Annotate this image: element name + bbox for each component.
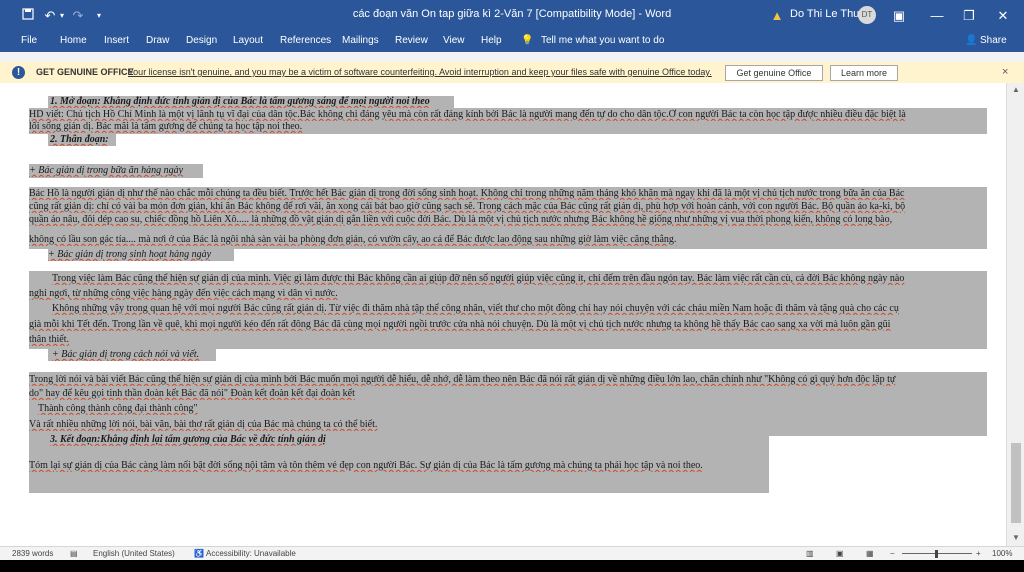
- zoom-out-icon[interactable]: −: [890, 547, 895, 561]
- paragraph-line: Bác Hồ là người giản dị như thế nào chắc…: [29, 188, 905, 199]
- web-layout-icon[interactable]: ▦: [866, 547, 874, 561]
- word-window: ↶ ▾ ↷ ▾ các đoạn văn On tap giữa kì 2-Vă…: [0, 0, 1024, 572]
- message-title: GET GENUINE OFFICE: [36, 67, 134, 77]
- get-genuine-office-button[interactable]: Get genuine Office: [725, 65, 823, 81]
- tab-help[interactable]: Help: [481, 32, 502, 52]
- word-count[interactable]: 2839 words: [12, 547, 53, 561]
- paragraph-line: Không những vậy trong quan hệ với mọi ng…: [52, 303, 899, 314]
- tab-home[interactable]: Home: [60, 32, 87, 52]
- vertical-scrollbar[interactable]: ▲ ▼: [1006, 83, 1024, 546]
- customize-quick-access-icon[interactable]: ▾: [94, 8, 104, 24]
- window-title: các đoạn văn On tap giữa kì 2-Văn 7 [Com…: [352, 8, 672, 20]
- scroll-down-icon[interactable]: ▼: [1012, 533, 1020, 542]
- title-row: ↶ ▾ ↷ ▾ các đoạn văn On tap giữa kì 2-Vă…: [0, 0, 1024, 32]
- paragraph-line: Trong việc làm Bác cũng thể hiện sự giản…: [52, 273, 905, 284]
- paragraph-line: Và rất nhiều những lời nói, bài văn, bài…: [29, 419, 378, 430]
- tab-mailings[interactable]: Mailings: [342, 32, 379, 52]
- ribbon-tabs: File Home Insert Draw Design Layout Refe…: [0, 32, 1024, 52]
- avatar[interactable]: DT: [858, 6, 876, 24]
- message-text[interactable]: Your license isn't genuine, and you may …: [128, 62, 712, 83]
- paragraph-line: HD viết: Chủ tịch Hồ Chí Minh là một vị …: [29, 109, 906, 120]
- zoom-in-icon[interactable]: +: [976, 547, 981, 561]
- share-icon: 👤: [965, 35, 978, 46]
- read-mode-icon[interactable]: ▥: [806, 547, 814, 561]
- selection-highlight: [29, 481, 769, 493]
- zoom-level[interactable]: 100%: [992, 547, 1012, 561]
- close-message-icon[interactable]: ×: [1002, 62, 1008, 83]
- heading-body: 2. Thân đoạn:: [50, 134, 109, 145]
- document-area[interactable]: 1. Mở đoạn: Khẳng định đức tính giản dị …: [0, 83, 1006, 546]
- paragraph-line: già mỗi khi Tết đến. Trong lần về quê, k…: [29, 319, 891, 330]
- paragraph-line: lối sống giản dị. Bác mãi là tấm gương đ…: [29, 121, 303, 132]
- paragraph-line: do" hay để kêu gọi tinh thần đoàn kết Bá…: [29, 388, 355, 399]
- warning-icon: ▲: [770, 8, 784, 23]
- save-icon[interactable]: [20, 8, 36, 24]
- close-icon[interactable]: ✕: [996, 8, 1010, 24]
- paragraph-line: không có lầu son gác tía.... mà nơi ở củ…: [29, 234, 677, 245]
- title-bar: ↶ ▾ ↷ ▾ các đoạn văn On tap giữa kì 2-Vă…: [0, 0, 1024, 52]
- undo-dropdown-icon[interactable]: ▾: [58, 8, 66, 24]
- restore-icon[interactable]: ❐: [962, 8, 976, 24]
- paragraph-line: Thành công thành công đại thành công": [38, 403, 198, 414]
- lightbulb-icon: 💡: [521, 35, 534, 46]
- ribbon-collapsed-area: [0, 52, 1024, 62]
- accessibility-icon: ♿: [194, 549, 204, 558]
- screen-bottom-border: [0, 560, 1024, 572]
- message-bar: ! GET GENUINE OFFICE Your license isn't …: [0, 62, 1024, 84]
- subheading: + Bác giản dị trong bữa ăn hàng ngày: [29, 165, 184, 176]
- tab-insert[interactable]: Insert: [104, 32, 129, 52]
- heading-close: 3. Kết đoạn:Khẳng định lại tấm gương của…: [50, 434, 326, 445]
- language-status[interactable]: English (United States): [93, 547, 175, 561]
- tab-layout[interactable]: Layout: [233, 32, 263, 52]
- tell-me-search[interactable]: Tell me what you want to do: [541, 32, 664, 52]
- paragraph-line: thân thiết.: [29, 334, 69, 345]
- paragraph-line: quần áo nâu, đôi dép cao su, chiếc đồng …: [29, 214, 893, 225]
- tab-draw[interactable]: Draw: [146, 32, 169, 52]
- heading-open: 1. Mở đoạn: Khẳng định đức tính giản dị …: [50, 96, 430, 107]
- paragraph-line: Trong lời nói và bài viết Bác cũng thể h…: [29, 374, 896, 385]
- ribbon-display-options-icon[interactable]: ▣: [892, 8, 906, 24]
- share-button[interactable]: Share: [980, 32, 1007, 52]
- learn-more-button[interactable]: Learn more: [830, 65, 898, 81]
- redo-icon[interactable]: ↷: [70, 8, 86, 24]
- subheading: + Bác giản dị trong sinh hoạt hàng ngày: [48, 249, 212, 260]
- status-bar: 2839 words ▤ English (United States) ♿ A…: [0, 546, 1024, 561]
- paragraph-line: nghỉ ngơi, từ những công việc hàng ngày …: [29, 288, 338, 299]
- tab-view[interactable]: View: [443, 32, 465, 52]
- paragraph-line: Tóm lại sự giản dị của Bác càng làm nổi …: [29, 460, 703, 471]
- tab-references[interactable]: References: [280, 32, 331, 52]
- scroll-up-icon[interactable]: ▲: [1012, 85, 1020, 94]
- minimize-icon[interactable]: —: [930, 8, 944, 24]
- subheading: + Bác giản dị trong cách nói và viết.: [52, 349, 200, 360]
- print-layout-icon[interactable]: ▣: [836, 547, 844, 561]
- scroll-thumb[interactable]: [1011, 443, 1021, 523]
- undo-icon[interactable]: ↶: [42, 8, 58, 24]
- tab-design[interactable]: Design: [186, 32, 217, 52]
- zoom-slider-knob[interactable]: [935, 550, 938, 558]
- paragraph-line: cũng rất giản dị: chỉ có vài ba món đơn …: [29, 201, 906, 212]
- proofing-icon[interactable]: ▤: [70, 547, 78, 561]
- tab-file[interactable]: File: [21, 32, 37, 52]
- user-name[interactable]: Do Thi Le Thuy: [790, 0, 865, 32]
- info-icon: !: [12, 66, 25, 79]
- tab-review[interactable]: Review: [395, 32, 428, 52]
- accessibility-status[interactable]: Accessibility: Unavailable: [206, 547, 296, 561]
